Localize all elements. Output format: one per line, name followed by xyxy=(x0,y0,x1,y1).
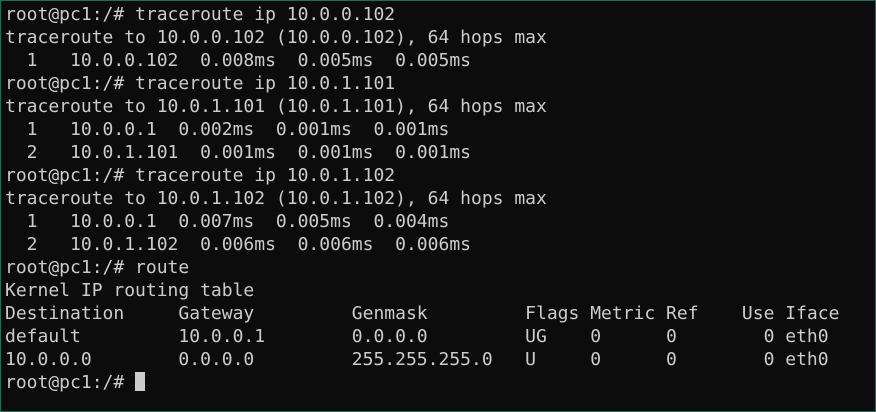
terminal-line: root@pc1:/# route xyxy=(5,257,190,278)
routing-table-row: default 10.0.0.1 0.0.0.0 UG 0 0 0 eth0 xyxy=(5,326,829,347)
terminal-window[interactable]: root@pc1:/# traceroute ip 10.0.0.102 tra… xyxy=(0,0,876,412)
terminal-line: traceroute to 10.0.0.102 (10.0.0.102), 6… xyxy=(5,27,547,48)
routing-table-row: 10.0.0.0 0.0.0.0 255.255.255.0 U 0 0 0 e… xyxy=(5,349,829,370)
terminal-line: root@pc1:/# traceroute ip 10.0.1.102 xyxy=(5,165,396,186)
terminal-line: 1 10.0.0.1 0.007ms 0.005ms 0.004ms xyxy=(5,211,450,232)
terminal-line: root@pc1:/# traceroute ip 10.0.0.102 xyxy=(5,4,396,25)
routing-table-header: Destination Gateway Genmask Flags Metric… xyxy=(5,303,840,324)
terminal-line: root@pc1:/# traceroute ip 10.0.1.101 xyxy=(5,73,396,94)
terminal-line: 1 10.0.0.1 0.002ms 0.001ms 0.001ms xyxy=(5,119,450,140)
terminal-line: 2 10.0.1.102 0.006ms 0.006ms 0.006ms xyxy=(5,234,471,255)
terminal-line: 2 10.0.1.101 0.001ms 0.001ms 0.001ms xyxy=(5,142,471,163)
command-prompt: root@pc1:/# xyxy=(5,372,136,393)
terminal-line: 1 10.0.0.102 0.008ms 0.005ms 0.005ms xyxy=(5,50,471,71)
text-cursor xyxy=(135,372,146,391)
terminal-line: traceroute to 10.0.1.102 (10.0.1.102), 6… xyxy=(5,188,547,209)
terminal-line: traceroute to 10.0.1.101 (10.0.1.101), 6… xyxy=(5,96,547,117)
terminal-line: Kernel IP routing table xyxy=(5,280,255,301)
command-prompt-line[interactable]: root@pc1:/# xyxy=(5,371,875,394)
